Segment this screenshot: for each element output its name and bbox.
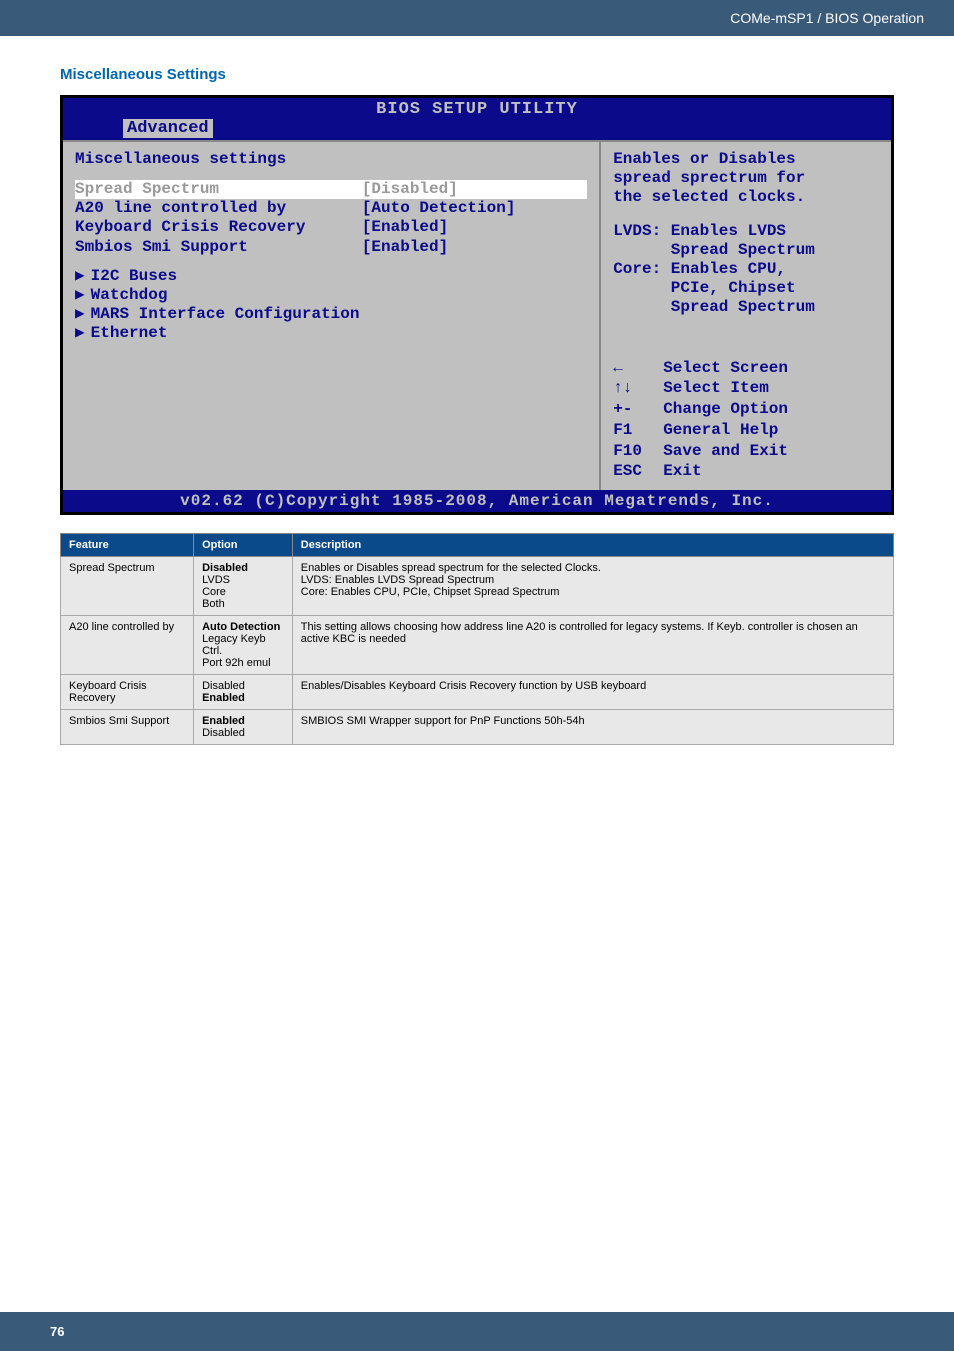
bios-header: BIOS SETUP UTILITY Advanced	[63, 98, 891, 140]
setting-value: [Enabled]	[362, 238, 587, 257]
table-row: Smbios Smi Support Enabled Disabled SMBI…	[61, 710, 894, 745]
feature-table: Feature Option Description Spread Spectr…	[60, 533, 894, 745]
option-bold: Disabled	[202, 562, 248, 574]
breadcrumb: COMe-mSP1 / BIOS Operation	[730, 10, 924, 26]
cell-feature: A20 line controlled by	[61, 616, 194, 675]
key: ↑↓	[613, 378, 663, 399]
help-line: Spread Spectrum	[613, 298, 879, 317]
setting-value: [Enabled]	[362, 218, 587, 237]
cell-desc: This setting allows choosing how address…	[292, 616, 893, 675]
submenu-row: ▶ Watchdog	[75, 286, 587, 305]
bios-footer: v02.62 (C)Copyright 1985-2008, American …	[63, 490, 891, 512]
submenu-label: Ethernet	[91, 324, 168, 343]
page-number: 76	[50, 1324, 64, 1339]
bios-key-legend: ←Select Screen ↑↓Select Item +-Change Op…	[613, 358, 879, 483]
page-header: COMe-mSP1 / BIOS Operation	[0, 0, 954, 36]
setting-row: Spread Spectrum [Disabled]	[75, 180, 587, 199]
cell-feature: Smbios Smi Support	[61, 710, 194, 745]
bios-title: BIOS SETUP UTILITY	[63, 100, 891, 119]
submenu-row: ▶ Ethernet	[75, 324, 587, 343]
bios-tab-advanced: Advanced	[123, 119, 213, 138]
arrow-icon: ▶	[75, 305, 85, 324]
cell-feature: Keyboard Crisis Recovery	[61, 675, 194, 710]
arrow-icon: ▶	[75, 324, 85, 343]
key-label: Select Screen	[663, 359, 788, 377]
setting-row: Smbios Smi Support [Enabled]	[75, 238, 587, 257]
setting-value: [Auto Detection]	[362, 199, 587, 218]
submenu-row: ▶ I2C Buses	[75, 267, 587, 286]
help-line: spread sprectrum for	[613, 169, 879, 188]
key: ←	[613, 358, 663, 379]
key-label: General Help	[663, 421, 778, 439]
submenu-label: Watchdog	[91, 286, 168, 305]
page-footer: 76	[0, 1312, 954, 1351]
help-line: Spread Spectrum	[613, 241, 879, 260]
key: F10	[613, 441, 663, 462]
cell-option: Enabled Disabled	[194, 710, 293, 745]
cell-option: Auto Detection Legacy Keyb Ctrl. Port 92…	[194, 616, 293, 675]
table-row: Spread Spectrum Disabled LVDS Core Both …	[61, 557, 894, 616]
cell-option: Disabled Enabled	[194, 675, 293, 710]
option-bold: Auto Detection	[202, 621, 280, 633]
bios-help-panel: Enables or Disables spread sprectrum for…	[601, 142, 891, 490]
cell-option: Disabled LVDS Core Both	[194, 557, 293, 616]
table-row: A20 line controlled by Auto Detection Le…	[61, 616, 894, 675]
help-line: Enables or Disables	[613, 150, 879, 169]
key-label: Select Item	[663, 379, 769, 397]
table-row: Keyboard Crisis Recovery Disabled Enable…	[61, 675, 894, 710]
option-bold: Enabled	[202, 715, 245, 727]
key: F1	[613, 420, 663, 441]
setting-row: A20 line controlled by [Auto Detection]	[75, 199, 587, 218]
cell-desc: Enables/Disables Keyboard Crisis Recover…	[292, 675, 893, 710]
submenu-label: I2C Buses	[91, 267, 177, 286]
arrow-icon: ▶	[75, 286, 85, 305]
help-line: LVDS: Enables LVDS	[613, 222, 879, 241]
th-description: Description	[292, 534, 893, 557]
cell-desc: Enables or Disables spread spectrum for …	[292, 557, 893, 616]
cell-feature: Spread Spectrum	[61, 557, 194, 616]
submenu-row: ▶ MARS Interface Configuration	[75, 305, 587, 324]
th-option: Option	[194, 534, 293, 557]
option-rest: LVDS Core Both	[202, 574, 230, 610]
help-line: the selected clocks.	[613, 188, 879, 207]
setting-label: Keyboard Crisis Recovery	[75, 218, 362, 237]
panel-heading: Miscellaneous settings	[75, 150, 587, 168]
bios-tabs: Advanced	[63, 119, 891, 140]
setting-row: Keyboard Crisis Recovery [Enabled]	[75, 218, 587, 237]
setting-label: A20 line controlled by	[75, 199, 362, 218]
option-rest: Disabled	[202, 727, 245, 739]
table-header-row: Feature Option Description	[61, 534, 894, 557]
content: Miscellaneous Settings BIOS SETUP UTILIT…	[0, 36, 954, 775]
section-title: Miscellaneous Settings	[60, 66, 894, 83]
arrow-icon: ▶	[75, 267, 85, 286]
key-label: Exit	[663, 462, 701, 480]
key: ESC	[613, 461, 663, 482]
option-pre: Disabled	[202, 680, 245, 692]
option-rest: Legacy Keyb Ctrl. Port 92h emul	[202, 633, 270, 669]
bios-left-panel: Miscellaneous settings Spread Spectrum […	[63, 142, 601, 490]
help-line: Core: Enables CPU,	[613, 260, 879, 279]
bios-screenshot: BIOS SETUP UTILITY Advanced Miscellaneou…	[60, 95, 894, 515]
bios-body: Miscellaneous settings Spread Spectrum […	[63, 140, 891, 490]
th-feature: Feature	[61, 534, 194, 557]
submenu-label: MARS Interface Configuration	[91, 305, 360, 324]
setting-label: Spread Spectrum	[75, 180, 362, 199]
key: +-	[613, 399, 663, 420]
setting-label: Smbios Smi Support	[75, 238, 362, 257]
option-bold: Enabled	[202, 692, 245, 704]
key-label: Change Option	[663, 400, 788, 418]
key-label: Save and Exit	[663, 442, 788, 460]
help-line: PCIe, Chipset	[613, 279, 879, 298]
help-text: Enables or Disables spread sprectrum for…	[613, 150, 879, 318]
cell-desc: SMBIOS SMI Wrapper support for PnP Funct…	[292, 710, 893, 745]
setting-value: [Disabled]	[362, 180, 587, 199]
